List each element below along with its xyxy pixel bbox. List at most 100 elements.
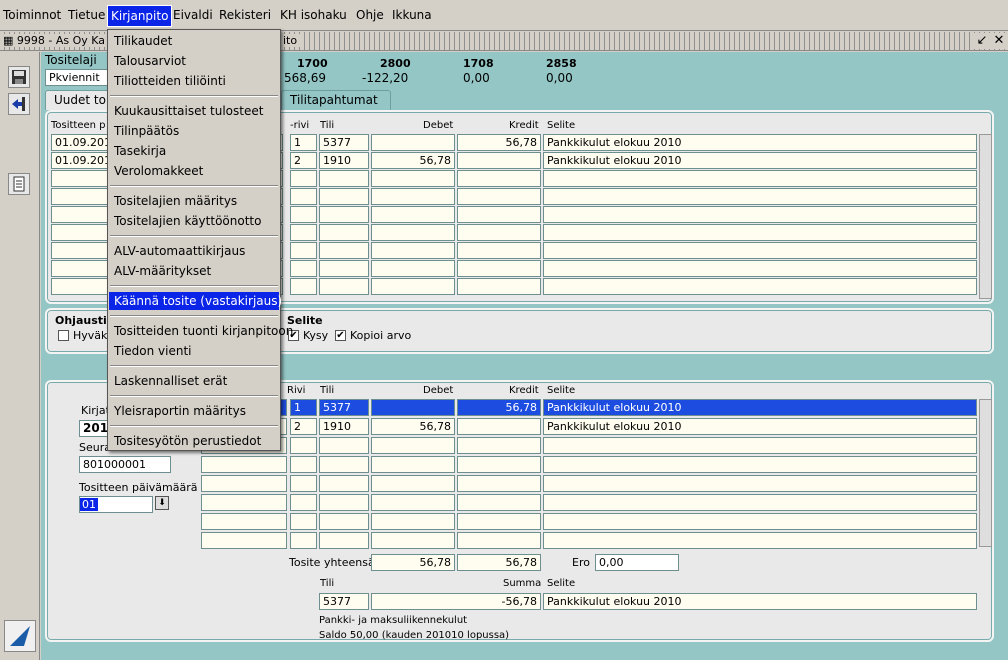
menu-item-tositelajien-maaritys[interactable]: Tositelajien määritys <box>109 192 279 210</box>
rivi-cell[interactable] <box>290 242 317 259</box>
selite-cell[interactable] <box>543 206 977 223</box>
kredit-cell[interactable] <box>457 532 541 549</box>
menu-ohje[interactable]: Ohje <box>355 8 385 22</box>
prefix-cell[interactable] <box>201 494 287 511</box>
selite-cell[interactable] <box>543 170 977 187</box>
menu-item-talousarviot[interactable]: Talousarviot <box>109 52 279 70</box>
debet-cell[interactable] <box>371 188 455 205</box>
debet-cell[interactable] <box>371 206 455 223</box>
menu-toiminnot[interactable]: Toiminnot <box>2 8 62 22</box>
menu-kirjanpito[interactable]: Kirjanpito <box>107 5 173 27</box>
kredit-cell[interactable]: 56,78 <box>457 134 541 151</box>
kredit-cell[interactable]: 56,78 <box>457 399 541 416</box>
menu-item-kaanna-tosite[interactable]: Käännä tosite (vastakirjaus) <box>109 292 282 310</box>
kredit-cell[interactable] <box>457 437 541 454</box>
kirjanpito-year-field[interactable]: 2010 <box>79 420 109 437</box>
debet-cell[interactable] <box>371 532 455 549</box>
menu-kh-isohaku[interactable]: KH isohaku <box>279 8 348 22</box>
kredit-cell[interactable] <box>457 170 541 187</box>
menu-item-verolomakkeet[interactable]: Verolomakkeet <box>109 162 279 180</box>
rivi-cell[interactable] <box>290 437 317 454</box>
rivi-cell[interactable] <box>290 494 317 511</box>
kredit-cell[interactable] <box>457 152 541 169</box>
selite-cell[interactable]: Pankkikulut elokuu 2010 <box>543 399 977 416</box>
menu-item-yleisraportin-maaritys[interactable]: Yleisraportin määritys <box>109 402 279 420</box>
date-picker-icon[interactable]: ⬇ <box>155 496 169 510</box>
tili-cell[interactable] <box>319 513 369 530</box>
tab-uudet-tositteet[interactable]: Uudet to <box>45 90 115 110</box>
menu-item-tiliotteiden-tilioinnti[interactable]: Tiliotteiden tiliöinti <box>109 72 279 90</box>
menu-item-tositesyoton-perustiedot[interactable]: Tositesyötön perustiedot <box>109 432 279 450</box>
selite-cell[interactable]: Pankkikulut elokuu 2010 <box>543 152 977 169</box>
rivi-cell[interactable] <box>290 456 317 473</box>
selite-cell[interactable] <box>543 475 977 492</box>
selite-cell[interactable]: Pankkikulut elokuu 2010 <box>543 134 977 151</box>
kredit-cell[interactable] <box>457 494 541 511</box>
tili-cell[interactable] <box>319 260 369 277</box>
tositelaji-field[interactable]: Pkviennit <box>45 69 115 86</box>
rivi-cell[interactable]: 1 <box>290 399 317 416</box>
menu-item-laskennalliset-erat[interactable]: Laskennalliset erät <box>109 372 279 390</box>
debet-cell[interactable] <box>371 513 455 530</box>
kredit-cell[interactable] <box>457 224 541 241</box>
tab-tilitapahtumat[interactable]: Tilitapahtumat <box>281 90 391 110</box>
kredit-cell[interactable] <box>457 278 541 295</box>
selite-cell[interactable] <box>543 242 977 259</box>
tili-cell[interactable] <box>319 206 369 223</box>
minimize-icon[interactable]: ↙ <box>974 33 990 49</box>
debet-cell[interactable] <box>371 475 455 492</box>
rivi-cell[interactable] <box>290 224 317 241</box>
debet-cell[interactable]: 56,78 <box>371 418 455 435</box>
debet-cell[interactable] <box>371 242 455 259</box>
debet-cell[interactable] <box>371 494 455 511</box>
rivi-cell[interactable] <box>290 475 317 492</box>
rivi-cell[interactable]: 1 <box>290 134 317 151</box>
selite-cell[interactable] <box>543 513 977 530</box>
tili-cell[interactable]: 5377 <box>319 134 369 151</box>
menu-item-tositteiden-tuonti[interactable]: Tositteiden tuonti kirjanpitoon <box>109 322 293 340</box>
debet-cell[interactable] <box>371 437 455 454</box>
selite-cell[interactable] <box>543 532 977 549</box>
rivi-cell[interactable] <box>290 170 317 187</box>
selite-cell[interactable] <box>543 260 977 277</box>
kredit-cell[interactable] <box>457 242 541 259</box>
kredit-cell[interactable] <box>457 418 541 435</box>
kredit-cell[interactable] <box>457 188 541 205</box>
rivi-cell[interactable]: 2 <box>290 152 317 169</box>
tositepvm-field[interactable]: 01 <box>79 496 153 513</box>
selite-cell[interactable] <box>543 456 977 473</box>
rivi-cell[interactable] <box>290 532 317 549</box>
menu-item-tilinpaatos[interactable]: Tilinpäätös <box>109 122 279 140</box>
menu-tietue[interactable]: Tietue <box>67 8 106 22</box>
debet-cell[interactable] <box>371 170 455 187</box>
close-icon[interactable]: ✕ <box>991 33 1007 49</box>
menu-item-kuukausittaiset-tulosteet[interactable]: Kuukausittaiset tulosteet <box>109 102 279 120</box>
rivi-cell[interactable] <box>290 513 317 530</box>
selite-cell[interactable] <box>543 278 977 295</box>
selite-cell[interactable] <box>543 188 977 205</box>
scrollbar[interactable] <box>979 399 992 547</box>
debet-cell[interactable] <box>371 399 455 416</box>
rivi-cell[interactable] <box>290 206 317 223</box>
prefix-cell[interactable] <box>201 513 287 530</box>
prefix-cell[interactable] <box>201 532 287 549</box>
menu-item-tiedon-vienti[interactable]: Tiedon vienti <box>109 342 279 360</box>
rivi-cell[interactable]: 2 <box>290 418 317 435</box>
debet-cell[interactable] <box>371 260 455 277</box>
menu-item-tositelajien-kayttoonotto[interactable]: Tositelajien käyttöönotto <box>109 212 279 230</box>
save-icon[interactable] <box>8 66 30 88</box>
debet-cell[interactable] <box>371 224 455 241</box>
tili-cell[interactable] <box>319 224 369 241</box>
seuraava-tosite-field[interactable]: 801000001 <box>79 456 171 473</box>
debet-cell[interactable]: 56,78 <box>371 152 455 169</box>
selite-cell[interactable]: Pankkikulut elokuu 2010 <box>543 418 977 435</box>
tili-cell[interactable] <box>319 278 369 295</box>
kredit-cell[interactable] <box>457 513 541 530</box>
menu-eivaldi[interactable]: Eivaldi <box>172 8 214 22</box>
tili-cell[interactable] <box>319 170 369 187</box>
tili-cell[interactable]: 5377 <box>319 399 369 416</box>
rivi-cell[interactable] <box>290 260 317 277</box>
kredit-cell[interactable] <box>457 456 541 473</box>
debet-cell[interactable] <box>371 134 455 151</box>
tili-cell[interactable]: 1910 <box>319 152 369 169</box>
